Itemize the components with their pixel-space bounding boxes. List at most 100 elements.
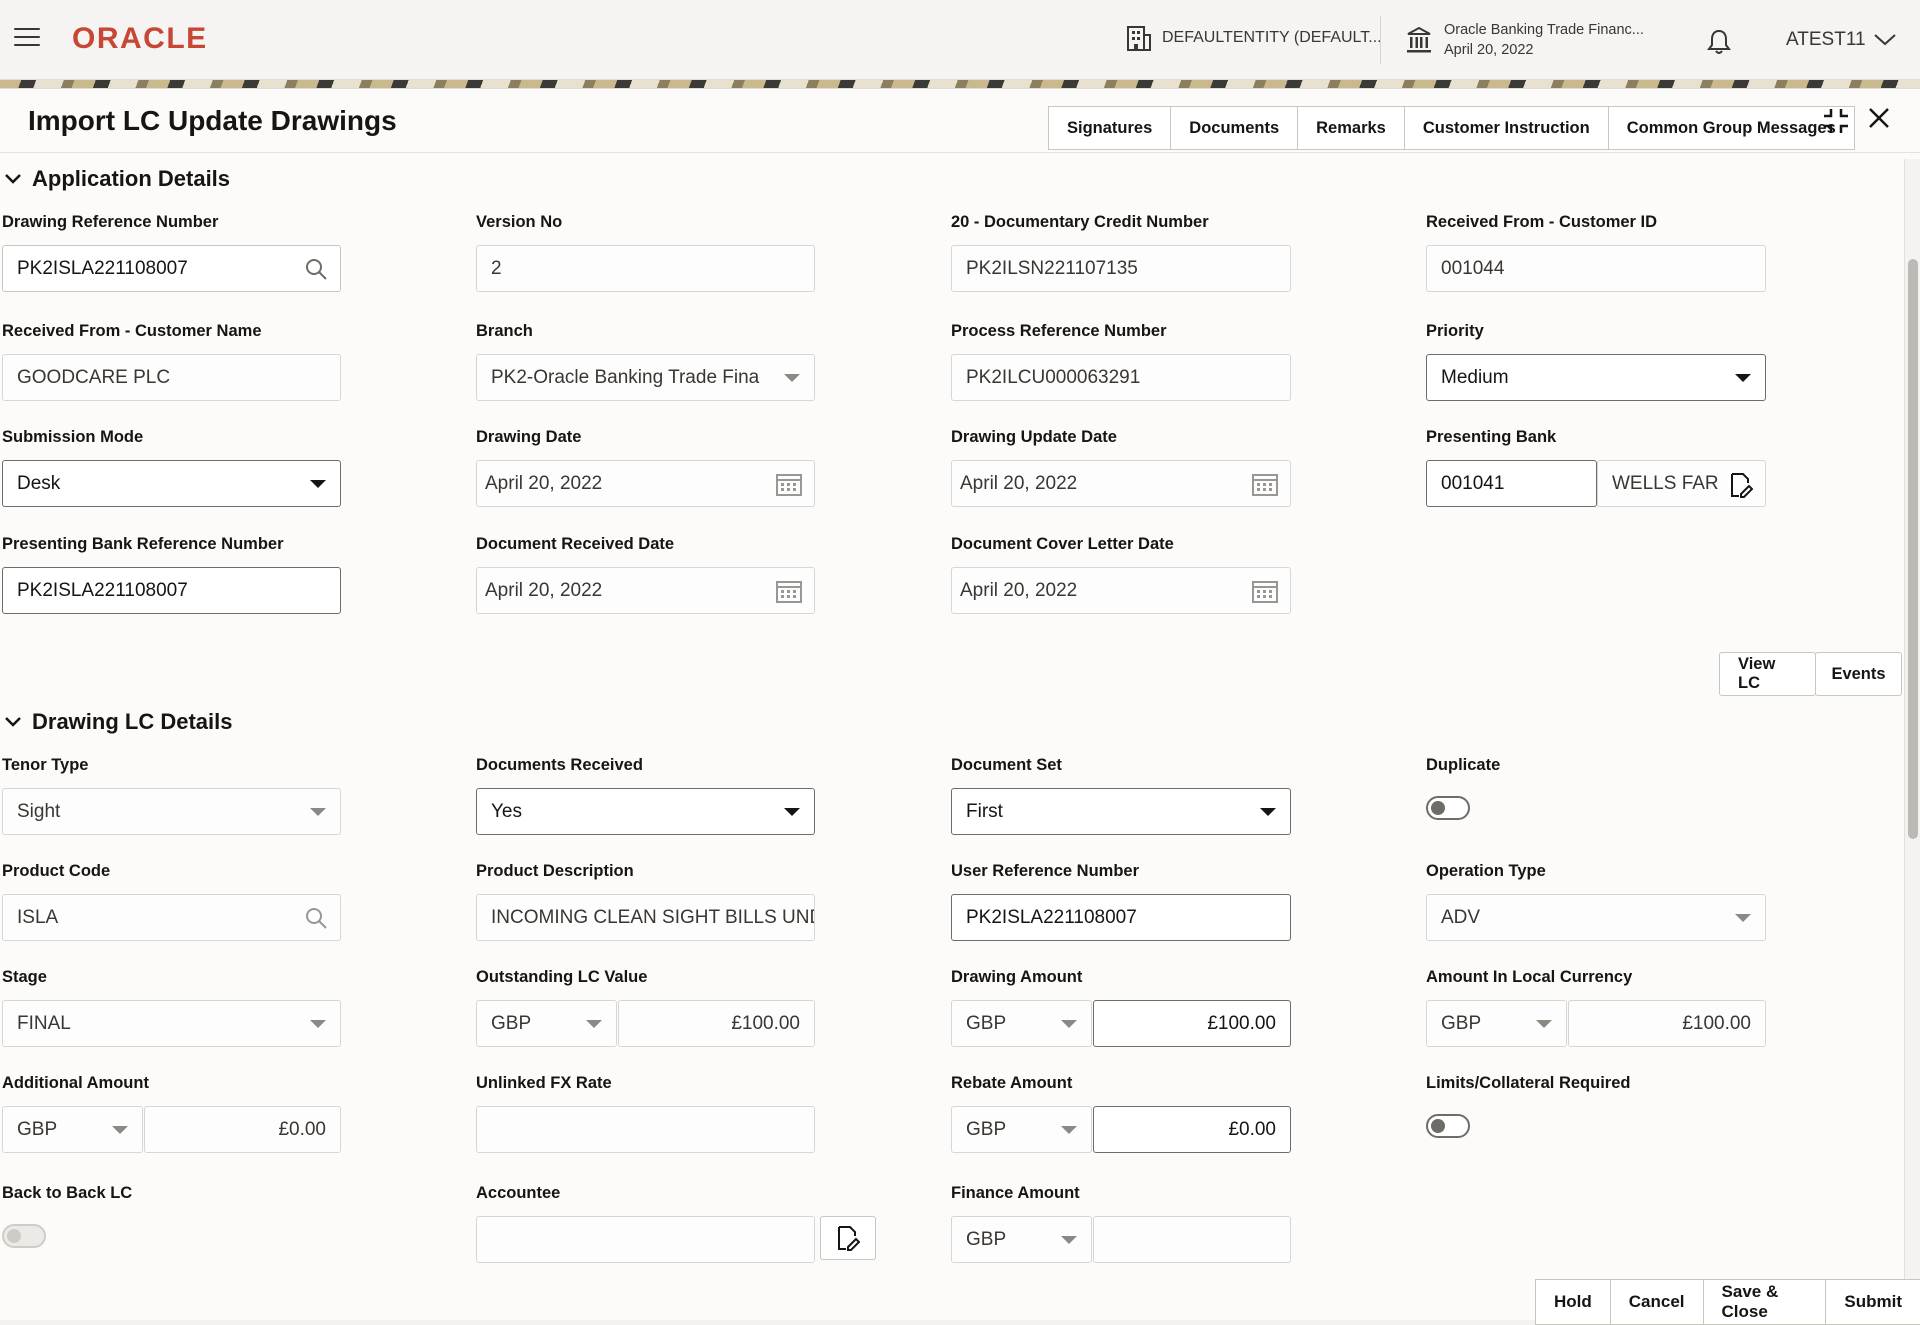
field-value: Desk	[17, 473, 60, 495]
field-label: Rebate Amount	[951, 1074, 1291, 1096]
caret-down-icon	[1061, 1236, 1077, 1244]
field-label: Additional Amount	[2, 1074, 342, 1096]
field-label: Duplicate	[1426, 756, 1766, 778]
field-label: Stage	[2, 968, 342, 990]
field-value: PK2ILSN221107135	[966, 258, 1138, 280]
tab-customer-instruction[interactable]: Customer Instruction	[1404, 106, 1609, 150]
user-menu[interactable]: ATEST11	[1786, 29, 1896, 51]
field-value: PK2-Oracle Banking Trade Fina	[491, 367, 759, 389]
branch-select: PK2-Oracle Banking Trade Fina	[476, 354, 815, 401]
presenting-bank-name-input: WELLS FAR	[1597, 460, 1766, 507]
field-label: Received From - Customer ID	[1426, 213, 1766, 235]
priority-select[interactable]: Medium	[1426, 354, 1766, 401]
cancel-button[interactable]: Cancel	[1610, 1279, 1704, 1325]
drawing-reference-number-input[interactable]: PK2ISLA221108007	[2, 245, 341, 292]
bank-selector[interactable]: Oracle Banking Trade Financ... April 20,…	[1406, 20, 1644, 60]
hold-button[interactable]: Hold	[1535, 1279, 1611, 1325]
finance-currency-select: GBP	[951, 1216, 1092, 1263]
field-value: 001041	[1441, 473, 1504, 495]
field-label: User Reference Number	[951, 862, 1291, 884]
process-reference-number-field: Process Reference Number PK2ILCU00006329…	[951, 322, 1291, 344]
scrollbar[interactable]	[1904, 159, 1920, 1319]
events-button[interactable]: Events	[1815, 652, 1902, 696]
section-drawing-lc-details[interactable]: Drawing LC Details	[4, 709, 232, 735]
user-reference-number-input[interactable]: PK2ISLA221108007	[951, 894, 1291, 941]
documents-received-select[interactable]: Yes	[476, 788, 815, 835]
duplicate-toggle[interactable]	[1426, 796, 1470, 820]
chevron-down-icon	[4, 716, 22, 728]
divider	[1380, 16, 1381, 64]
header-divider	[0, 152, 1920, 153]
document-set-select[interactable]: First	[951, 788, 1291, 835]
bell-icon[interactable]	[1706, 28, 1732, 56]
field-label: Process Reference Number	[951, 322, 1291, 344]
presenting-bank-field: Presenting Bank 001041 WELLS FAR	[1426, 428, 1766, 450]
finance-amount-field: Finance Amount GBP	[951, 1184, 1291, 1206]
field-value: Sight	[17, 801, 60, 823]
building-icon	[1126, 24, 1152, 52]
tab-documents[interactable]: Documents	[1170, 106, 1298, 150]
rebate-amount-input[interactable]: £0.00	[1093, 1106, 1291, 1153]
calendar-icon	[1252, 579, 1278, 603]
bank-date: April 20, 2022	[1444, 40, 1644, 60]
document-set-field: Document Set First	[951, 756, 1291, 778]
drawing-amount-input[interactable]: £100.00	[1093, 1000, 1291, 1047]
document-cover-letter-date-field: Document Cover Letter Date April 20, 202…	[951, 535, 1291, 557]
field-value: Medium	[1441, 367, 1509, 389]
customer-id-field: Received From - Customer ID 001044	[1426, 213, 1766, 235]
field-value: GBP	[966, 1229, 1006, 1251]
field-label: Amount In Local Currency	[1426, 968, 1766, 990]
drawing-amount-field: Drawing Amount GBP £100.00	[951, 968, 1291, 990]
caret-down-icon	[1260, 808, 1276, 816]
documentary-credit-number-input: PK2ILSN221107135	[951, 245, 1291, 292]
expand-icon[interactable]	[1822, 107, 1850, 135]
local-currency-amount-input: £100.00	[1568, 1000, 1766, 1047]
field-value: £100.00	[1207, 1013, 1276, 1035]
caret-down-icon	[1735, 914, 1751, 922]
document-cover-letter-date-input: April 20, 2022	[951, 567, 1291, 614]
field-label: Back to Back LC	[2, 1184, 342, 1206]
additional-amount-input: £0.00	[144, 1106, 341, 1153]
limits-collateral-field: Limits/Collateral Required	[1426, 1074, 1766, 1096]
field-label: Product Description	[476, 862, 816, 884]
limits-collateral-toggle[interactable]	[1426, 1114, 1470, 1138]
additional-amount-currency-select: GBP	[2, 1106, 143, 1153]
scroll-thumb[interactable]	[1908, 259, 1918, 839]
branch-field: Branch PK2-Oracle Banking Trade Fina	[476, 322, 816, 344]
local-currency-select: GBP	[1426, 1000, 1567, 1047]
search-icon[interactable]	[304, 257, 328, 281]
lookup-document-icon[interactable]	[1729, 472, 1753, 498]
calendar-icon	[776, 472, 802, 496]
submit-button[interactable]: Submit	[1825, 1279, 1920, 1325]
field-value: PK2ISLA221108007	[966, 907, 1137, 929]
product-code-field: Product Code ISLA	[2, 862, 342, 884]
hamburger-menu-icon[interactable]	[14, 28, 40, 48]
tab-common-group-messages[interactable]: Common Group Messages	[1608, 106, 1855, 150]
presenting-bank-reference-input[interactable]: PK2ISLA221108007	[2, 567, 341, 614]
field-label: 20 - Documentary Credit Number	[951, 213, 1291, 235]
field-label: Submission Mode	[2, 428, 342, 450]
entity-selector[interactable]: DEFAULTENTITY (DEFAULT...	[1126, 24, 1382, 52]
customer-name-input: GOODCARE PLC	[2, 354, 341, 401]
section-application-details[interactable]: Application Details	[4, 166, 230, 192]
save-close-button[interactable]: Save & Close	[1703, 1279, 1827, 1325]
submission-mode-select[interactable]: Desk	[2, 460, 341, 507]
field-value: April 20, 2022	[485, 580, 602, 602]
tab-signatures[interactable]: Signatures	[1048, 106, 1171, 150]
field-value: £0.00	[278, 1119, 326, 1141]
field-value: PK2ISLA221108007	[17, 580, 188, 602]
field-value: FINAL	[17, 1013, 71, 1035]
top-bar: ORACLE DEFAULTENTITY (DEFAULT... Oracle …	[0, 0, 1920, 80]
tab-remarks[interactable]: Remarks	[1297, 106, 1405, 150]
page-title: Import LC Update Drawings	[28, 105, 397, 137]
presenting-bank-code-input[interactable]: 001041	[1426, 460, 1597, 507]
field-value: £0.00	[1228, 1119, 1276, 1141]
view-lc-button[interactable]: View LC	[1719, 652, 1816, 696]
product-description-field: Product Description INCOMING CLEAN SIGHT…	[476, 862, 816, 884]
rebate-currency-select: GBP	[951, 1106, 1092, 1153]
close-icon[interactable]	[1866, 105, 1892, 131]
field-label: Presenting Bank	[1426, 428, 1766, 450]
field-label: Document Received Date	[476, 535, 816, 557]
accountee-lookup-button[interactable]	[820, 1216, 876, 1260]
field-value: GBP	[491, 1013, 531, 1035]
